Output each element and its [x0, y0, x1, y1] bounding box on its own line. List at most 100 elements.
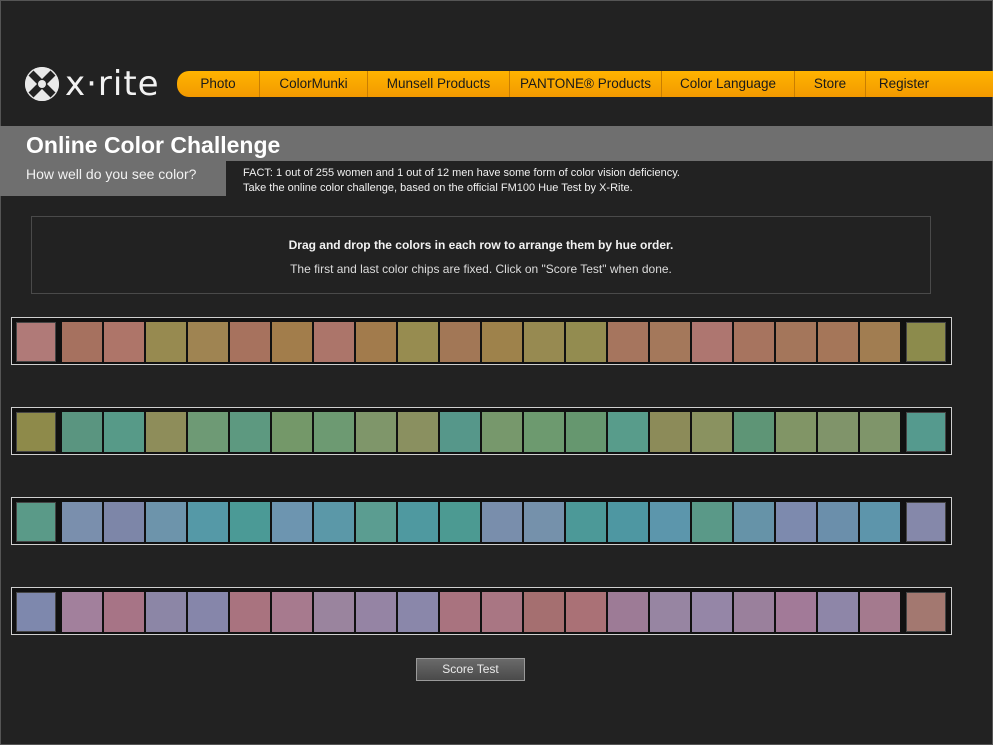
- draggable-color-chip[interactable]: [398, 502, 438, 542]
- draggable-color-chip[interactable]: [482, 412, 522, 452]
- draggable-color-chip[interactable]: [608, 502, 648, 542]
- draggable-color-chip[interactable]: [356, 502, 396, 542]
- draggable-color-chip[interactable]: [146, 322, 186, 362]
- fixed-color-chip: [906, 322, 946, 362]
- draggable-color-chip[interactable]: [440, 592, 480, 632]
- draggable-color-chip[interactable]: [818, 412, 858, 452]
- draggable-color-chip[interactable]: [608, 412, 648, 452]
- draggable-color-chip[interactable]: [314, 592, 354, 632]
- draggable-color-chip[interactable]: [776, 412, 816, 452]
- draggable-color-chip[interactable]: [146, 502, 186, 542]
- draggable-color-chip[interactable]: [734, 412, 774, 452]
- draggable-color-chip[interactable]: [524, 592, 564, 632]
- draggable-color-chip[interactable]: [398, 592, 438, 632]
- draggable-color-chip[interactable]: [146, 412, 186, 452]
- nav-item-register[interactable]: Register: [866, 71, 942, 97]
- nav-item-pantone-products[interactable]: PANTONE® Products: [510, 71, 662, 97]
- draggable-color-chip[interactable]: [860, 412, 900, 452]
- fixed-color-chip: [906, 592, 946, 632]
- draggable-color-chip[interactable]: [356, 322, 396, 362]
- draggable-color-chip[interactable]: [482, 502, 522, 542]
- draggable-color-chip[interactable]: [776, 322, 816, 362]
- draggable-color-chip[interactable]: [104, 322, 144, 362]
- draggable-color-chip[interactable]: [146, 592, 186, 632]
- draggable-color-chip[interactable]: [272, 592, 312, 632]
- draggable-color-chip[interactable]: [188, 412, 228, 452]
- draggable-color-chip[interactable]: [314, 412, 354, 452]
- draggable-color-chip[interactable]: [818, 322, 858, 362]
- draggable-color-chip[interactable]: [440, 412, 480, 452]
- draggable-color-chip[interactable]: [860, 592, 900, 632]
- fixed-color-chip: [16, 502, 56, 542]
- nav-item-munsell-products[interactable]: Munsell Products: [368, 71, 510, 97]
- nav-item-store[interactable]: Store: [795, 71, 866, 97]
- draggable-color-chip[interactable]: [62, 502, 102, 542]
- draggable-color-chip[interactable]: [62, 412, 102, 452]
- fixed-color-chip: [906, 502, 946, 542]
- draggable-color-chip[interactable]: [692, 502, 732, 542]
- draggable-color-chip[interactable]: [230, 412, 270, 452]
- draggable-color-chip[interactable]: [566, 322, 606, 362]
- draggable-color-chip[interactable]: [692, 592, 732, 632]
- draggable-color-chip[interactable]: [608, 322, 648, 362]
- draggable-color-chip[interactable]: [860, 322, 900, 362]
- draggable-color-chip[interactable]: [818, 502, 858, 542]
- draggable-color-chip[interactable]: [566, 412, 606, 452]
- instructions-heading: Drag and drop the colors in each row to …: [288, 238, 674, 252]
- draggable-color-chip[interactable]: [776, 592, 816, 632]
- draggable-color-chip[interactable]: [734, 322, 774, 362]
- draggable-color-chip[interactable]: [734, 502, 774, 542]
- draggable-color-chip[interactable]: [230, 322, 270, 362]
- page-subtitle: How well do you see color?: [26, 166, 197, 182]
- draggable-color-chip[interactable]: [524, 502, 564, 542]
- draggable-color-chip[interactable]: [440, 322, 480, 362]
- draggable-color-chip[interactable]: [230, 502, 270, 542]
- draggable-color-chip[interactable]: [272, 322, 312, 362]
- draggable-color-chip[interactable]: [692, 322, 732, 362]
- draggable-color-chip[interactable]: [650, 592, 690, 632]
- draggable-color-chip[interactable]: [524, 322, 564, 362]
- draggable-color-chip[interactable]: [398, 322, 438, 362]
- draggable-color-chip[interactable]: [104, 412, 144, 452]
- fixed-color-chip: [16, 322, 56, 362]
- draggable-color-chip[interactable]: [734, 592, 774, 632]
- draggable-color-chip[interactable]: [272, 502, 312, 542]
- draggable-color-chip[interactable]: [650, 502, 690, 542]
- draggable-color-chip[interactable]: [776, 502, 816, 542]
- draggable-color-chip[interactable]: [440, 502, 480, 542]
- score-test-button[interactable]: Score Test: [416, 658, 525, 681]
- fixed-color-chip: [906, 412, 946, 452]
- draggable-color-chip[interactable]: [692, 412, 732, 452]
- draggable-color-chip[interactable]: [608, 592, 648, 632]
- draggable-color-chip[interactable]: [104, 502, 144, 542]
- draggable-color-chip[interactable]: [188, 592, 228, 632]
- draggable-color-chip[interactable]: [482, 322, 522, 362]
- nav-item-photo[interactable]: Photo: [177, 71, 260, 97]
- draggable-color-chip[interactable]: [188, 502, 228, 542]
- draggable-color-chip[interactable]: [62, 592, 102, 632]
- draggable-color-chip[interactable]: [356, 412, 396, 452]
- draggable-color-chip[interactable]: [188, 322, 228, 362]
- draggable-color-chip[interactable]: [272, 412, 312, 452]
- draggable-color-chip[interactable]: [524, 412, 564, 452]
- draggable-color-chip[interactable]: [104, 592, 144, 632]
- draggable-color-chip[interactable]: [62, 322, 102, 362]
- draggable-color-chip[interactable]: [230, 592, 270, 632]
- draggable-color-chip[interactable]: [566, 502, 606, 542]
- page-title: Online Color Challenge: [26, 132, 281, 158]
- draggable-color-chip[interactable]: [482, 592, 522, 632]
- draggable-color-chip[interactable]: [650, 412, 690, 452]
- draggable-color-chip[interactable]: [314, 322, 354, 362]
- fixed-color-chip: [16, 412, 56, 452]
- draggable-color-chip[interactable]: [650, 322, 690, 362]
- draggable-color-chip[interactable]: [566, 592, 606, 632]
- draggable-color-chip[interactable]: [398, 412, 438, 452]
- xrite-logo[interactable]: x·rite: [25, 64, 160, 104]
- hue-row-1: [11, 317, 952, 365]
- draggable-color-chip[interactable]: [356, 592, 396, 632]
- draggable-color-chip[interactable]: [818, 592, 858, 632]
- nav-item-colormunki[interactable]: ColorMunki: [260, 71, 368, 97]
- nav-item-color-language[interactable]: Color Language: [662, 71, 795, 97]
- draggable-color-chip[interactable]: [860, 502, 900, 542]
- draggable-color-chip[interactable]: [314, 502, 354, 542]
